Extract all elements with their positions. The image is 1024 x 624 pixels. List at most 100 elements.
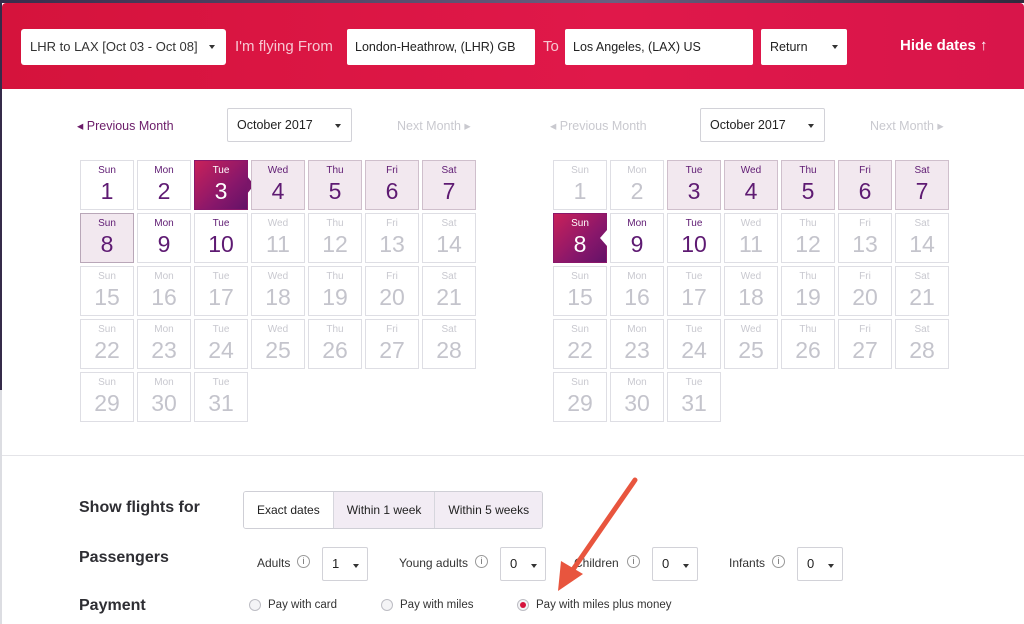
pay-with-card-option[interactable]: Pay with card bbox=[249, 599, 337, 611]
day-number: 6 bbox=[385, 178, 399, 204]
info-icon[interactable]: i bbox=[297, 555, 310, 568]
day-of-week: Mon bbox=[627, 271, 647, 282]
day-of-week: Fri bbox=[859, 271, 871, 282]
infants-label: Infants bbox=[729, 556, 766, 570]
day-of-week: Wed bbox=[267, 271, 289, 282]
calendar-day[interactable]: Mon 2 bbox=[137, 160, 191, 210]
calendar-day[interactable]: Sun 8 bbox=[80, 213, 134, 263]
calendar-day[interactable]: Sat 7 bbox=[422, 160, 476, 210]
day-of-week: Sun bbox=[98, 218, 116, 229]
young-adults-select[interactable]: 0 bbox=[500, 547, 546, 581]
info-icon[interactable]: i bbox=[627, 555, 640, 568]
calendar-day: Wed 11 bbox=[251, 213, 305, 263]
day-number: 24 bbox=[681, 337, 707, 363]
month-select-label: October 2017 bbox=[237, 118, 313, 132]
flight-search-panel: LHR to LAX [Oct 03 - Oct 08] I'm flying … bbox=[2, 3, 1024, 624]
calendar-day[interactable]: Mon 9 bbox=[610, 213, 664, 263]
calendar-day[interactable]: Tue 3 bbox=[667, 160, 721, 210]
previous-month-link[interactable]: ◂ Previous Month bbox=[77, 118, 174, 133]
day-of-week: Mon bbox=[154, 377, 174, 388]
day-number: 14 bbox=[909, 231, 935, 257]
exact-dates-button[interactable]: Exact dates bbox=[244, 492, 334, 528]
to-input[interactable]: Los Angeles, (LAX) US bbox=[565, 29, 753, 65]
radio-button[interactable] bbox=[381, 599, 393, 611]
day-of-week: Sun bbox=[98, 165, 116, 176]
pay-with-miles-plus-money-option[interactable]: Pay with miles plus money bbox=[517, 599, 672, 611]
calendar-day[interactable]: Tue 3 bbox=[194, 160, 254, 210]
day-of-week: Mon bbox=[154, 165, 174, 176]
calendar-day[interactable]: Wed 4 bbox=[251, 160, 305, 210]
calendar-day: Sun 15 bbox=[553, 266, 607, 316]
chevron-down-icon bbox=[832, 45, 838, 49]
month-select-outbound[interactable]: October 2017 bbox=[227, 108, 352, 142]
infants-select[interactable]: 0 bbox=[797, 547, 843, 581]
day-number: 23 bbox=[624, 337, 650, 363]
calendar-day[interactable]: Mon 9 bbox=[137, 213, 191, 263]
radio-button-selected[interactable] bbox=[517, 599, 529, 611]
calendar-day[interactable]: Sat 7 bbox=[895, 160, 949, 210]
calendar-day: Sat 21 bbox=[895, 266, 949, 316]
month-select-return[interactable]: October 2017 bbox=[700, 108, 825, 142]
calendar-day[interactable]: Wed 4 bbox=[724, 160, 778, 210]
day-number: 7 bbox=[442, 178, 456, 204]
day-number: 2 bbox=[157, 178, 171, 204]
calendar-day: Sun 15 bbox=[80, 266, 134, 316]
calendar-day: Thu 19 bbox=[308, 266, 362, 316]
day-number: 3 bbox=[687, 178, 701, 204]
calendar-day: Fri 20 bbox=[838, 266, 892, 316]
to-label: To bbox=[543, 38, 559, 55]
day-number: 2 bbox=[630, 178, 644, 204]
calendar-day: Sun 1 bbox=[553, 160, 607, 210]
day-of-week: Sat bbox=[441, 218, 457, 229]
calendar-day: Sun 22 bbox=[553, 319, 607, 369]
calendar-day: Sat 21 bbox=[422, 266, 476, 316]
within-1-week-button[interactable]: Within 1 week bbox=[333, 492, 436, 528]
calendar-day[interactable]: Sun 1 bbox=[80, 160, 134, 210]
children-select[interactable]: 0 bbox=[652, 547, 698, 581]
day-number: 1 bbox=[573, 178, 587, 204]
calendar-day[interactable]: Thu 5 bbox=[781, 160, 835, 210]
calendar-day[interactable]: Tue 10 bbox=[194, 213, 248, 263]
day-number: 14 bbox=[436, 231, 462, 257]
radio-label: Pay with miles bbox=[400, 599, 474, 611]
info-icon[interactable]: i bbox=[772, 555, 785, 568]
calendar-day: Tue 17 bbox=[194, 266, 248, 316]
day-of-week: Fri bbox=[859, 218, 871, 229]
info-icon[interactable]: i bbox=[475, 555, 488, 568]
pay-with-miles-option[interactable]: Pay with miles bbox=[381, 599, 474, 611]
radio-label: Pay with card bbox=[268, 599, 338, 611]
within-5-weeks-button[interactable]: Within 5 weeks bbox=[435, 492, 543, 528]
day-of-week: Sat bbox=[441, 271, 457, 282]
hide-dates-button[interactable]: Hide dates ↑ bbox=[900, 37, 988, 54]
day-number: 15 bbox=[567, 284, 593, 310]
calendar-day[interactable]: Fri 6 bbox=[365, 160, 419, 210]
trip-type-select[interactable]: Return bbox=[761, 29, 847, 65]
calendar-day[interactable]: Thu 5 bbox=[308, 160, 362, 210]
day-of-week: Mon bbox=[154, 324, 174, 335]
adults-select[interactable]: 1 bbox=[322, 547, 368, 581]
calendar-day: Mon 23 bbox=[610, 319, 664, 369]
day-number: 24 bbox=[208, 337, 234, 363]
day-number: 5 bbox=[328, 178, 342, 204]
calendar-day[interactable]: Fri 6 bbox=[838, 160, 892, 210]
next-month-link-return: Next Month ▸ bbox=[870, 119, 944, 133]
day-of-week: Thu bbox=[326, 324, 344, 335]
day-number: 26 bbox=[322, 337, 348, 363]
day-of-week: Sat bbox=[914, 324, 930, 335]
show-flights-label: Show flights for bbox=[79, 499, 200, 516]
radio-button[interactable] bbox=[249, 599, 261, 611]
day-number: 13 bbox=[379, 231, 405, 257]
day-of-week: Sat bbox=[914, 271, 930, 282]
day-number: 29 bbox=[567, 390, 593, 416]
day-of-week: Tue bbox=[685, 377, 703, 388]
day-number: 19 bbox=[322, 284, 348, 310]
calendar-day[interactable]: Tue 10 bbox=[667, 213, 721, 263]
from-input[interactable]: London-Heathrow, (LHR) GB bbox=[347, 29, 535, 65]
day-number: 25 bbox=[265, 337, 291, 363]
calendar-day[interactable]: Sun 8 bbox=[553, 213, 607, 263]
day-number: 16 bbox=[151, 284, 177, 310]
route-select[interactable]: LHR to LAX [Oct 03 - Oct 08] bbox=[21, 29, 226, 65]
calendar-day: Thu 19 bbox=[781, 266, 835, 316]
chevron-down-icon bbox=[828, 564, 834, 568]
day-number: 18 bbox=[265, 284, 291, 310]
